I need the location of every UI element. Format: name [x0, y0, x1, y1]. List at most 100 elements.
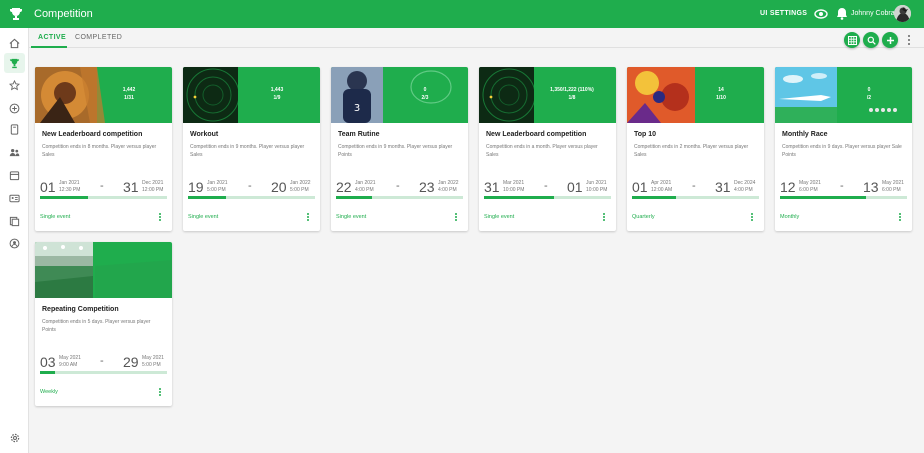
sidebar: [0, 28, 29, 453]
frequency-label: Single event: [484, 214, 515, 220]
app-title: Competition: [34, 8, 93, 20]
card-title: New Leaderboard competition: [486, 131, 587, 138]
end-time: 12:00 PM: [142, 187, 164, 193]
date-separator: -: [692, 180, 696, 192]
plus-icon: [886, 36, 894, 44]
end-time: 4:00 PM: [734, 187, 753, 193]
progress-fill: [336, 196, 372, 199]
end-time: 10:00 PM: [586, 187, 608, 193]
sidebar-item-id-card[interactable]: [4, 188, 25, 208]
trophy-icon: [9, 58, 20, 68]
eye-icon[interactable]: [814, 8, 828, 20]
start-day: 12: [780, 179, 796, 195]
card-title: Team Rutine: [338, 131, 380, 138]
more-vert-icon: [751, 213, 753, 221]
sidebar-item-favorites[interactable]: [4, 75, 25, 95]
book-icon: [10, 123, 19, 135]
progress-bar: [484, 196, 611, 199]
progress-bar: [780, 196, 907, 199]
progress-bar: [188, 196, 315, 199]
date-separator: -: [248, 180, 252, 192]
sidebar-item-add[interactable]: [4, 98, 25, 118]
end-time: 5:00 PM: [290, 187, 309, 193]
search-button[interactable]: [863, 32, 879, 48]
sidebar-item-calendar[interactable]: [4, 165, 25, 185]
competition-card[interactable]: 1,442 1/31 New Leaderboard competition C…: [35, 67, 172, 231]
tab-active[interactable]: ACTIVE: [38, 34, 66, 41]
frequency-label: Quarterly: [632, 214, 655, 220]
competition-card[interactable]: 0 /2 Monthly Race Competition ends in 9 …: [775, 67, 912, 231]
frequency-label: Single event: [188, 214, 219, 220]
calendar-icon: [9, 170, 20, 180]
sidebar-item-book[interactable]: [4, 119, 25, 139]
gear-icon[interactable]: [10, 433, 20, 443]
competition-card[interactable]: 14 1/10 Top 10 Competition ends in 2 mon…: [627, 67, 764, 231]
more-vert-icon: [603, 213, 605, 221]
home-icon: [9, 38, 20, 48]
sidebar-item-people[interactable]: [4, 142, 25, 162]
card-menu-button[interactable]: [453, 212, 459, 222]
search-icon: [867, 36, 876, 45]
card-description: Competition ends in a month. Player vers…: [486, 144, 598, 158]
avatar[interactable]: [894, 5, 911, 22]
competition-card[interactable]: 1,443 1/9 Workout Competition ends in 9 …: [183, 67, 320, 231]
card-menu-button[interactable]: [305, 212, 311, 222]
sidebar-item-gift[interactable]: [4, 211, 25, 231]
end-time: 4:00 PM: [438, 187, 457, 193]
progress-bar: [40, 371, 167, 374]
card-menu-button[interactable]: [157, 387, 163, 397]
card-title: Monthly Race: [782, 131, 828, 138]
sidebar-item-home[interactable]: [4, 33, 25, 53]
card-description: Competition ends in 9 months. Player ver…: [338, 144, 453, 158]
active-tab-indicator: [31, 46, 67, 48]
date-separator: -: [840, 180, 844, 192]
card-stat: 1,442: [122, 87, 136, 93]
card-image: 0 /2: [775, 67, 912, 123]
card-title: Repeating Competition: [42, 306, 119, 313]
card-menu-button[interactable]: [157, 212, 163, 222]
card-image: 1,350/1,222 (110%) 1/8: [479, 67, 616, 123]
end-day: 31: [123, 179, 139, 195]
card-rank: 2/3: [421, 95, 429, 101]
tab-bar: ACTIVE COMPLETED: [29, 28, 924, 48]
bell-icon[interactable]: [836, 7, 848, 20]
card-rank: 1/8: [568, 95, 576, 101]
user-circle-icon: [9, 238, 20, 248]
end-day: 31: [715, 179, 731, 195]
date-separator: -: [100, 180, 104, 192]
plus-circle-icon: [9, 103, 20, 113]
start-day: 01: [632, 179, 648, 195]
add-competition-button[interactable]: [882, 32, 898, 48]
grid-view-icon: [847, 35, 857, 45]
trophy-icon[interactable]: [9, 7, 23, 21]
user-name[interactable]: Johnny Cobra: [851, 10, 895, 17]
id-card-icon: [9, 194, 20, 202]
card-image: 14 1/10: [627, 67, 764, 123]
card-stat: 1,350/1,222 (110%): [550, 87, 594, 93]
sidebar-item-competition[interactable]: [4, 53, 25, 73]
grid-view-button[interactable]: [844, 32, 860, 48]
card-menu-button[interactable]: [897, 212, 903, 222]
progress-fill: [188, 196, 227, 199]
progress-fill: [780, 196, 867, 199]
ui-settings-button[interactable]: UI SETTINGS: [760, 10, 807, 17]
progress-bar: [632, 196, 759, 199]
competition-card[interactable]: 1,350/1,222 (110%) 1/8 New Leaderboard c…: [479, 67, 616, 231]
progress-fill: [632, 196, 677, 199]
date-separator: -: [544, 180, 548, 192]
card-title: Workout: [190, 131, 219, 138]
sidebar-item-profile[interactable]: [4, 233, 25, 253]
card-description: Competition ends in 9 days. Player versu…: [782, 144, 902, 158]
end-time: 5:00 PM: [142, 362, 161, 368]
progress-bar: [40, 196, 167, 199]
competition-card[interactable]: Repeating Competition Competition ends i…: [35, 242, 172, 406]
date-separator: -: [396, 180, 400, 192]
tab-completed[interactable]: COMPLETED: [75, 34, 122, 41]
competition-card[interactable]: 3 0 2/3 Team Rutine Competition ends in …: [331, 67, 468, 231]
more-vert-icon[interactable]: [905, 33, 913, 47]
card-image: 1,442 1/31: [35, 67, 172, 123]
more-vert-icon: [159, 388, 161, 396]
card-menu-button[interactable]: [749, 212, 755, 222]
progress-fill: [484, 196, 554, 199]
card-menu-button[interactable]: [601, 212, 607, 222]
